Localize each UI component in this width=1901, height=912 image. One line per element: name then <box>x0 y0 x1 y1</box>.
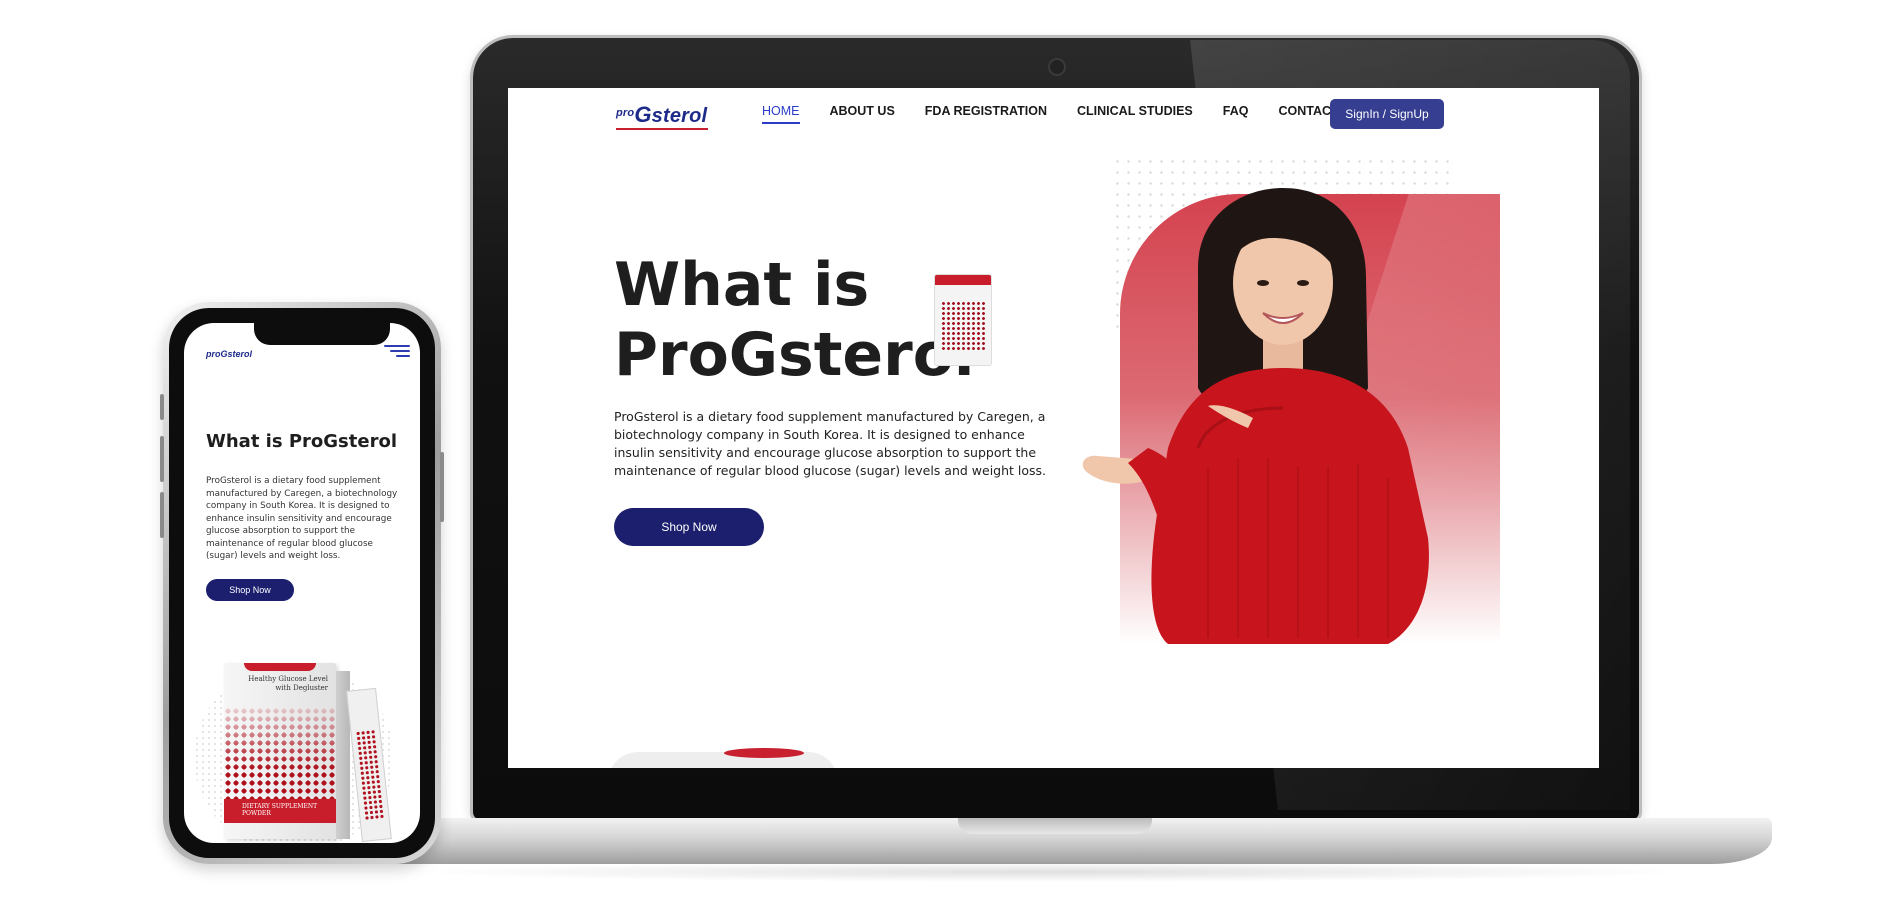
phone-logo[interactable]: proGsterol <box>206 349 252 359</box>
hamburger-menu-icon[interactable] <box>384 345 410 360</box>
phone-mute-button <box>160 394 164 420</box>
next-section-product-lid <box>724 748 804 758</box>
hero-product-box <box>934 274 992 366</box>
phone-screen: proGsterol What is ProGsterol ProGsterol… <box>184 323 420 843</box>
phone-hero-description: ProGsterol is a dietary food supplement … <box>206 476 398 561</box>
laptop-screen: proGsterol HOME ABOUT US FDA REGISTRATIO… <box>508 88 1599 768</box>
next-section-product <box>608 752 838 768</box>
phone-stick-pattern <box>355 729 385 821</box>
product-lid <box>935 275 991 285</box>
phone-product-box-bottom-text: DIETARY SUPPLEMENT POWDER <box>242 803 318 817</box>
product-pattern <box>941 301 985 351</box>
phone-product-lid <box>244 663 316 671</box>
phone-volume-down-button <box>160 492 164 538</box>
laptop-notch <box>958 818 1152 834</box>
phone-product-pattern <box>224 707 336 811</box>
phone-product-box-text: Healthy Glucose Level with Degluster <box>248 675 328 692</box>
phone-product-box: Healthy Glucose Level with Degluster DIE… <box>224 663 336 839</box>
laptop-shadow <box>400 862 1700 882</box>
phone-hero-title: What is ProGsterol <box>206 431 397 452</box>
camera-icon <box>1048 58 1066 76</box>
phone-volume-up-button <box>160 436 164 482</box>
phone-frame: proGsterol What is ProGsterol ProGsterol… <box>160 302 444 864</box>
phone-notch <box>254 323 390 345</box>
hero-woman-image <box>1082 188 1429 644</box>
phone-power-button <box>440 452 444 522</box>
phone-bezel: proGsterol What is ProGsterol ProGsterol… <box>169 308 435 858</box>
phone-shop-now-button[interactable]: Shop Now <box>206 579 294 601</box>
